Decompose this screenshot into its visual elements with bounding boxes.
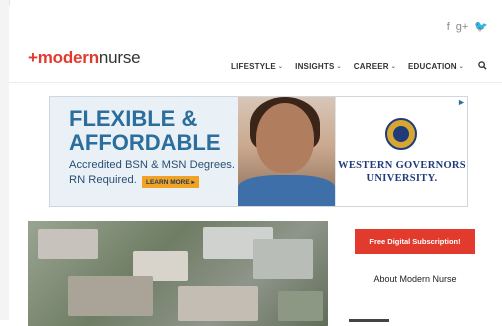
logo-plus: + bbox=[28, 48, 38, 67]
nav-item-insights[interactable]: INSIGHTS ⌄ bbox=[295, 62, 342, 71]
ad-headline-line2: AFFORDABLE bbox=[69, 130, 221, 155]
twitter-icon[interactable]: 🐦 bbox=[474, 22, 488, 33]
sidebar-divider bbox=[349, 319, 389, 322]
university-line2: UNIVERSITY. bbox=[366, 173, 438, 184]
ad-nurse-photo bbox=[238, 97, 335, 206]
banner-ad[interactable]: FLEXIBLE & AFFORDABLE Accredited BSN & M… bbox=[49, 96, 468, 207]
article-featured-image[interactable] bbox=[28, 221, 328, 326]
nav-label: INSIGHTS bbox=[295, 62, 335, 71]
chevron-down-icon: ⌄ bbox=[336, 64, 342, 70]
facebook-icon[interactable]: f bbox=[447, 22, 450, 33]
nav-item-education[interactable]: EDUCATION ⌄ bbox=[408, 62, 464, 71]
page-container: f g+ 🐦 +modernnurse LIFESTYLE ⌄ INSIGHTS… bbox=[9, 6, 502, 326]
photo-debris bbox=[178, 286, 258, 321]
social-links: f g+ 🐦 bbox=[447, 22, 488, 33]
about-heading: About Modern Nurse bbox=[373, 274, 457, 284]
ad-right-panel: WESTERN GOVERNORS UNIVERSITY. bbox=[335, 97, 467, 206]
photo-debris bbox=[68, 276, 153, 316]
logo-nurse: nurse bbox=[98, 48, 141, 67]
chevron-down-icon: ⌄ bbox=[277, 64, 284, 70]
photo-scrubs bbox=[238, 175, 335, 206]
logo-modern: modern bbox=[37, 48, 99, 67]
ad-headline: FLEXIBLE & AFFORDABLE bbox=[69, 107, 221, 155]
nav-label: CAREER bbox=[353, 62, 389, 71]
google-plus-icon[interactable]: g+ bbox=[456, 22, 469, 33]
university-line1: WESTERN GOVERNORS bbox=[338, 160, 466, 171]
search-icon[interactable] bbox=[478, 61, 487, 72]
photo-debris bbox=[38, 229, 98, 259]
photo-debris bbox=[253, 239, 313, 279]
ad-left-panel: FLEXIBLE & AFFORDABLE Accredited BSN & M… bbox=[50, 97, 335, 206]
wgu-seal-icon bbox=[385, 118, 417, 150]
nav-label: EDUCATION bbox=[408, 62, 457, 71]
photo-face bbox=[256, 103, 314, 173]
ad-choices-icon[interactable] bbox=[458, 99, 465, 108]
university-name: WESTERN GOVERNORS UNIVERSITY. bbox=[336, 159, 467, 185]
photo-debris bbox=[278, 291, 323, 321]
main-nav: LIFESTYLE ⌄ INSIGHTS ⌄ CAREER ⌄ EDUCATIO… bbox=[231, 61, 487, 72]
nav-label: LIFESTYLE bbox=[231, 62, 276, 71]
chevron-down-icon: ⌄ bbox=[390, 64, 396, 70]
nav-item-lifestyle[interactable]: LIFESTYLE ⌄ bbox=[231, 62, 283, 71]
header-divider bbox=[9, 82, 502, 83]
ad-headline-line1: FLEXIBLE & bbox=[69, 106, 198, 131]
chevron-down-icon: ⌄ bbox=[458, 64, 464, 70]
free-subscription-button[interactable]: Free Digital Subscription! bbox=[355, 229, 475, 254]
learn-more-button[interactable]: LEARN MORE ▸ bbox=[142, 176, 199, 188]
site-logo[interactable]: +modernnurse bbox=[28, 48, 141, 68]
nav-item-career[interactable]: CAREER ⌄ bbox=[354, 62, 396, 71]
